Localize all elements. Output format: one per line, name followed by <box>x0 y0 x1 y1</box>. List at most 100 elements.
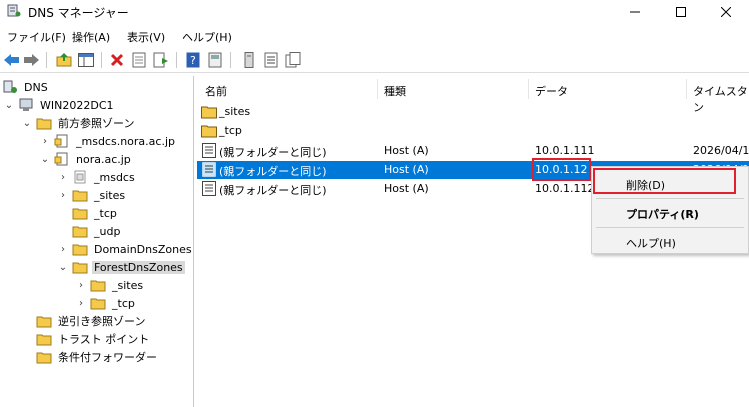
tree-nora-tcp[interactable]: _tcp <box>72 204 119 222</box>
column-header-data[interactable]: データ <box>535 83 568 99</box>
list-row[interactable]: _sites <box>197 103 749 121</box>
folder-icon <box>201 106 217 119</box>
menu-bar: ファイル(F) 操作(A) 表示(V) ヘルプ(H) <box>0 26 749 46</box>
chevron-right-icon[interactable]: › <box>58 244 68 255</box>
list-row[interactable]: (親フォルダーと同じ) Host (A) 10.0.1.111 2026/04/… <box>197 142 749 160</box>
tree-forestdnszones[interactable]: ⌄ ForestDnsZones <box>58 258 185 276</box>
row-data: 10.0.1.112 <box>535 182 595 195</box>
tree-zone-nora[interactable]: ⌄ nora.ac.jp <box>40 150 133 168</box>
chevron-right-icon[interactable]: › <box>40 136 50 147</box>
show-console-tree-button[interactable] <box>77 51 95 69</box>
tree-forest-tcp[interactable]: › _tcp <box>76 294 137 312</box>
tree-label: 条件付フォワーダー <box>58 351 157 364</box>
tree-nora-udp[interactable]: _udp <box>72 222 122 240</box>
minimize-button[interactable] <box>612 0 658 24</box>
close-icon <box>721 7 731 17</box>
copy-records-icon <box>285 52 301 68</box>
server-button[interactable] <box>240 51 258 69</box>
maximize-button[interactable] <box>658 0 704 24</box>
chevron-down-icon[interactable]: ⌄ <box>58 262 68 273</box>
context-properties-label: プロパティ(R) <box>626 208 699 221</box>
toolbar-separator <box>46 52 47 68</box>
chevron-down-icon[interactable]: ⌄ <box>4 100 14 111</box>
tree-label: _sites <box>112 278 144 292</box>
column-header-type[interactable]: 種類 <box>384 83 406 99</box>
list-header: 名前 種類 データ タイムスタン <box>197 79 749 114</box>
minimize-icon <box>630 11 640 13</box>
row-name: _tcp <box>219 124 242 137</box>
folder-icon <box>72 262 88 274</box>
tree-domaindnszones[interactable]: › DomainDnsZones <box>58 240 194 258</box>
console-view-icon <box>208 52 222 68</box>
up-folder-icon <box>56 53 72 67</box>
export-list-icon <box>153 52 168 68</box>
tree-trust-points[interactable]: トラスト ポイント <box>36 330 151 348</box>
row-timestamp: 2026/04/1 <box>693 144 749 157</box>
chevron-right-icon[interactable]: › <box>76 298 86 309</box>
tree-label: WIN2022DC1 <box>40 98 114 112</box>
row-type: Host (A) <box>384 144 429 157</box>
folder-icon <box>36 334 52 346</box>
context-help[interactable]: ヘルプ(H) <box>592 231 749 253</box>
column-divider[interactable] <box>686 79 687 99</box>
column-divider[interactable] <box>377 79 378 99</box>
list-row[interactable]: _tcp <box>197 122 749 140</box>
chevron-right-icon[interactable]: › <box>58 172 68 183</box>
chevron-right-icon[interactable]: › <box>76 280 86 291</box>
menu-help[interactable]: ヘルプ(H) <box>182 29 232 45</box>
tree-reverse-zones[interactable]: 逆引き参照ゾーン <box>36 312 147 330</box>
tree-nora-sites[interactable]: › _sites <box>58 186 127 204</box>
chevron-right-icon[interactable]: › <box>58 190 68 201</box>
tree-server[interactable]: ⌄ WIN2022DC1 <box>4 96 116 114</box>
folder-icon <box>36 316 52 328</box>
tree-dns-root[interactable]: DNS <box>2 78 50 96</box>
folder-icon <box>90 298 106 310</box>
zone-icon <box>54 134 68 148</box>
toolbar: ? <box>0 47 749 73</box>
zone-icon <box>74 170 86 184</box>
menu-file[interactable]: ファイル(F) <box>7 29 66 45</box>
forward-button[interactable] <box>23 51 41 69</box>
tree-zone-msdcs[interactable]: › _msdcs.nora.ac.jp <box>40 132 177 150</box>
folder-icon <box>36 352 52 364</box>
column-divider[interactable] <box>528 79 529 99</box>
context-properties[interactable]: プロパティ(R) <box>592 202 749 224</box>
up-level-button[interactable] <box>55 51 73 69</box>
tree-label: _msdcs <box>94 170 135 184</box>
menu-view[interactable]: 表示(V) <box>127 29 165 45</box>
tree-forward-zones[interactable]: ⌄ 前方参照ゾーン <box>22 114 136 132</box>
menu-action[interactable]: 操作(A) <box>72 29 110 45</box>
zone-icon <box>54 152 68 166</box>
folder-icon <box>36 118 52 130</box>
row-type: Host (A) <box>384 182 429 195</box>
context-help-label: ヘルプ(H) <box>626 237 676 250</box>
tree-label: ForestDnsZones <box>92 260 185 274</box>
copy-records-button[interactable] <box>284 51 302 69</box>
record-list-button[interactable] <box>262 51 280 69</box>
context-separator <box>596 198 744 199</box>
chevron-down-icon[interactable]: ⌄ <box>22 118 32 129</box>
dns-icon <box>3 80 17 93</box>
properties-button[interactable] <box>130 51 148 69</box>
tree-label: トラスト ポイント <box>58 333 150 346</box>
delete-button[interactable] <box>108 51 126 69</box>
help-button[interactable]: ? <box>184 51 202 69</box>
console-view-button[interactable] <box>206 51 224 69</box>
highlight-box-delete <box>593 168 736 194</box>
close-button[interactable] <box>703 0 749 24</box>
title-bar: DNS マネージャー <box>0 0 749 24</box>
tree-nora-msdcs[interactable]: › _msdcs <box>58 168 137 186</box>
row-name: (親フォルダーと同じ) <box>219 184 327 197</box>
tree-conditional-forwarders[interactable]: 条件付フォワーダー <box>36 348 159 366</box>
chevron-down-icon[interactable]: ⌄ <box>40 154 50 165</box>
tree-label: 逆引き参照ゾーン <box>58 315 146 328</box>
column-header-name[interactable]: 名前 <box>205 83 227 99</box>
record-icon <box>202 181 216 196</box>
folder-icon <box>201 125 217 138</box>
back-arrow-icon <box>4 54 19 66</box>
export-list-button[interactable] <box>152 51 170 69</box>
back-button[interactable] <box>3 51 21 69</box>
toolbar-separator <box>176 52 177 68</box>
tree-forest-sites[interactable]: › _sites <box>76 276 145 294</box>
svg-text:?: ? <box>190 54 196 67</box>
